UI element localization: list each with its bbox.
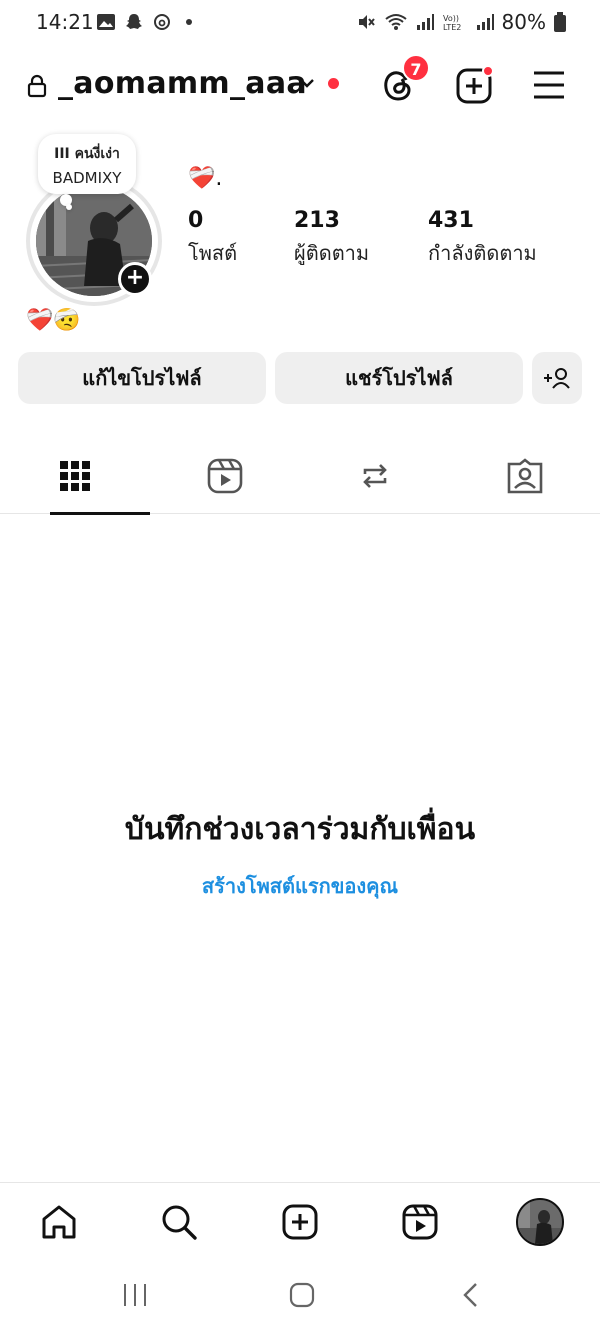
followers-count: 213 xyxy=(294,208,340,233)
account-notification-dot xyxy=(328,78,339,89)
status-time: 14:21 xyxy=(36,10,94,34)
note-line2: BADMIXY xyxy=(52,169,122,187)
tab-tagged[interactable] xyxy=(475,436,575,514)
username-switcher[interactable]: _aomamm_aaa xyxy=(58,66,307,101)
tab-active-indicator xyxy=(50,512,150,515)
add-story-button[interactable]: + xyxy=(118,262,152,296)
create-icon[interactable] xyxy=(279,1201,321,1243)
profile-tabs xyxy=(0,436,600,515)
following-count: 431 xyxy=(428,208,474,233)
posts-stat: 0 โพสต์ xyxy=(188,208,237,269)
signal-icon xyxy=(416,14,434,30)
status-right: Vo)) LTE2 80% xyxy=(356,10,566,34)
tab-reposts[interactable] xyxy=(325,436,425,514)
battery-percent: 80% xyxy=(501,10,546,34)
edit-profile-button[interactable]: แก้ไขโปรไฟล์ xyxy=(18,352,266,404)
gallery-icon xyxy=(97,14,115,30)
lock-icon xyxy=(27,74,47,98)
profile-screen: 14:21 Vo)) LTE2 80% _aomamm_aaa 7 + III … xyxy=(0,0,600,1333)
battery-icon xyxy=(554,12,566,32)
following-label: กำลังติดตาม xyxy=(428,241,537,265)
reels-icon[interactable] xyxy=(399,1201,441,1243)
note-line1: III คนงี่เง่า xyxy=(54,146,120,162)
status-left-icons xyxy=(96,12,192,32)
empty-state-title: บันทึกช่วงเวลาร่วมกับเพื่อน xyxy=(124,812,476,847)
recent-apps-icon[interactable] xyxy=(122,1282,148,1308)
profile-note[interactable]: III คนงี่เง่า BADMIXY xyxy=(38,134,136,194)
signal-icon-2 xyxy=(476,14,494,30)
profile-header: _aomamm_aaa 7 xyxy=(0,50,600,120)
grid-icon xyxy=(60,461,90,491)
reels-icon xyxy=(207,458,243,494)
snapchat-icon xyxy=(126,14,142,29)
avatar-thumbnail xyxy=(518,1200,562,1244)
menu-icon[interactable] xyxy=(532,68,566,102)
svg-text:LTE2: LTE2 xyxy=(443,23,461,32)
following-stat[interactable]: 431 กำลังติดตาม xyxy=(428,208,537,269)
bottom-nav xyxy=(0,1182,600,1262)
status-dot xyxy=(186,19,192,25)
mute-icon xyxy=(358,15,375,29)
posts-count: 0 xyxy=(188,208,204,233)
chevron-down-icon[interactable] xyxy=(298,76,316,90)
add-person-icon xyxy=(544,368,570,389)
home-button-icon[interactable] xyxy=(288,1281,316,1309)
followers-label: ผู้ติดตาม xyxy=(294,241,370,265)
svg-text:Vo)): Vo)) xyxy=(443,14,459,23)
reposts-icon xyxy=(363,464,387,488)
system-nav-bar xyxy=(0,1262,600,1333)
display-name: ❤️‍🩹. xyxy=(188,166,223,191)
posts-label: โพสต์ xyxy=(188,241,238,265)
search-icon[interactable] xyxy=(158,1201,200,1243)
tab-reels[interactable] xyxy=(175,436,275,514)
volte-icon: Vo))LTE2 xyxy=(443,14,461,32)
home-icon[interactable] xyxy=(38,1201,80,1243)
threads-icon xyxy=(154,14,170,30)
share-profile-button[interactable]: แชร์โปรไฟล์ xyxy=(275,352,523,404)
threads-badge: 7 xyxy=(402,54,430,82)
back-icon[interactable] xyxy=(460,1281,482,1309)
tab-posts-grid[interactable] xyxy=(25,436,150,515)
status-bar: 14:21 Vo)) LTE2 80% xyxy=(0,0,600,44)
tagged-icon xyxy=(507,458,543,494)
discover-people-button[interactable] xyxy=(532,352,582,404)
create-notification-dot xyxy=(482,65,494,77)
followers-stat[interactable]: 213 ผู้ติดตาม xyxy=(294,208,369,269)
profile-avatar-nav[interactable] xyxy=(516,1198,564,1246)
create-first-post-link[interactable]: สร้างโพสต์แรกของคุณ xyxy=(0,870,600,902)
wifi-icon xyxy=(384,14,407,30)
note-tail-small xyxy=(66,204,72,210)
bio: ❤️‍🩹🤕 xyxy=(26,308,81,333)
